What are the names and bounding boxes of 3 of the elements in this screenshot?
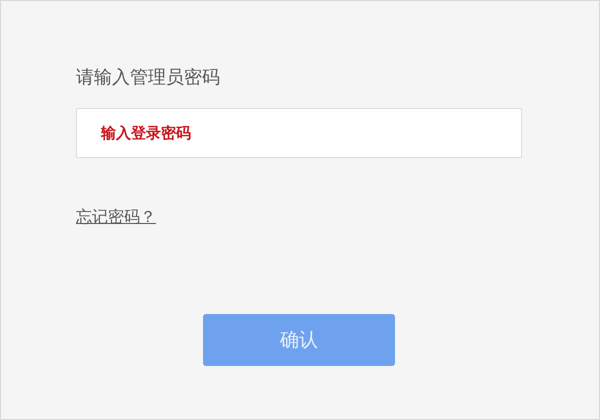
heading: 请输入管理员密码 bbox=[76, 66, 220, 90]
forgot-password-link[interactable]: 忘记密码？ bbox=[76, 206, 156, 228]
password-field[interactable]: 输入登录密码 bbox=[76, 108, 522, 158]
